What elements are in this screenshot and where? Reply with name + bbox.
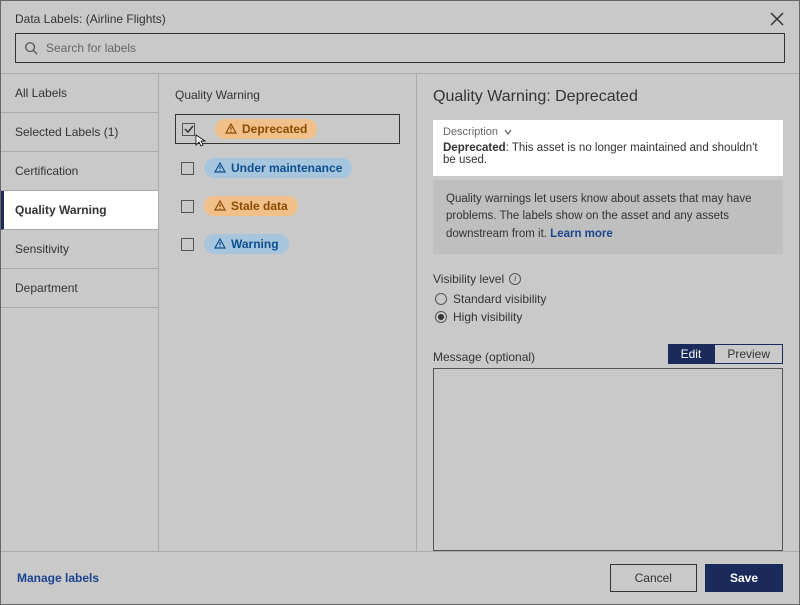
label-row-stale-data[interactable]: Stale data: [175, 192, 400, 220]
tag-label: Under maintenance: [231, 161, 342, 175]
cancel-button[interactable]: Cancel: [610, 564, 697, 592]
dialog-title: Data Labels: (Airline Flights): [15, 12, 166, 26]
tag-label: Stale data: [231, 199, 288, 213]
search-field[interactable]: [15, 33, 785, 63]
label-row-under-maintenance[interactable]: Under maintenance: [175, 154, 400, 182]
description-box: Description Deprecated: This asset is no…: [433, 120, 783, 176]
radio-high-visibility[interactable]: High visibility: [435, 310, 783, 324]
label-list-panel: Quality Warning Deprecated Under mainten…: [159, 74, 417, 551]
description-toggle[interactable]: Description: [443, 126, 773, 138]
warning-icon: [214, 162, 226, 174]
label-row-warning[interactable]: Warning: [175, 230, 400, 258]
radio-icon: [435, 293, 447, 305]
sidebar-item-sensitivity[interactable]: Sensitivity: [1, 230, 158, 269]
close-button[interactable]: [767, 9, 787, 29]
visibility-label: Visibility level: [433, 272, 504, 286]
sidebar-item-quality-warning[interactable]: Quality Warning: [1, 191, 158, 230]
checkmark-icon: [184, 124, 194, 134]
search-container: [1, 33, 799, 73]
message-label: Message (optional): [433, 350, 535, 364]
checkbox-warning[interactable]: [181, 238, 194, 251]
learn-more-link[interactable]: Learn more: [550, 228, 613, 240]
checkbox-under-maintenance[interactable]: [181, 162, 194, 175]
sidebar-item-certification[interactable]: Certification: [1, 152, 158, 191]
search-icon: [24, 41, 38, 55]
warning-icon: [214, 238, 226, 250]
tag-label: Deprecated: [242, 122, 307, 136]
data-labels-dialog: Data Labels: (Airline Flights) All Label…: [0, 0, 800, 605]
message-textarea[interactable]: [433, 368, 783, 551]
tag-deprecated: Deprecated: [215, 119, 317, 139]
dialog-body: All Labels Selected Labels (1) Certifica…: [1, 73, 799, 551]
footer-buttons: Cancel Save: [610, 564, 783, 592]
message-section: Message (optional) Edit Preview: [433, 344, 783, 551]
sidebar-item-selected-labels[interactable]: Selected Labels (1): [1, 113, 158, 152]
edit-tab[interactable]: Edit: [668, 344, 715, 364]
manage-labels-link[interactable]: Manage labels: [17, 571, 99, 585]
radio-label: Standard visibility: [453, 292, 546, 306]
radio-standard-visibility[interactable]: Standard visibility: [435, 292, 783, 306]
label-row-deprecated[interactable]: Deprecated: [175, 114, 400, 144]
description-name: Deprecated: [443, 142, 506, 154]
checkbox-stale-data[interactable]: [181, 200, 194, 213]
description-text: Deprecated: This asset is no longer main…: [443, 142, 773, 166]
radio-icon: [435, 311, 447, 323]
checkbox-deprecated[interactable]: [182, 123, 195, 136]
label-list-title: Quality Warning: [175, 88, 400, 102]
message-mode-toggle: Edit Preview: [668, 344, 783, 364]
tag-warning: Warning: [204, 234, 289, 254]
sidebar: All Labels Selected Labels (1) Certifica…: [1, 74, 159, 551]
description-head-label: Description: [443, 126, 498, 138]
info-box: Quality warnings let users know about as…: [433, 180, 783, 254]
radio-label: High visibility: [453, 310, 522, 324]
sidebar-item-all-labels[interactable]: All Labels: [1, 74, 158, 113]
tag-under-maintenance: Under maintenance: [204, 158, 352, 178]
warning-icon: [225, 123, 237, 135]
sidebar-item-department[interactable]: Department: [1, 269, 158, 308]
detail-panel: Quality Warning: Deprecated Description …: [417, 74, 799, 551]
detail-title: Quality Warning: Deprecated: [433, 88, 783, 106]
preview-tab[interactable]: Preview: [714, 344, 783, 364]
close-icon: [770, 12, 784, 26]
save-button[interactable]: Save: [705, 564, 783, 592]
chevron-down-icon: [503, 127, 513, 137]
tag-stale-data: Stale data: [204, 196, 298, 216]
visibility-label-row: Visibility level i: [433, 272, 783, 286]
search-input[interactable]: [46, 41, 776, 55]
dialog-footer: Manage labels Cancel Save: [1, 551, 799, 604]
tag-label: Warning: [231, 237, 279, 251]
message-header: Message (optional) Edit Preview: [433, 344, 783, 364]
info-icon[interactable]: i: [509, 273, 521, 285]
dialog-header: Data Labels: (Airline Flights): [1, 1, 799, 33]
warning-icon: [214, 200, 226, 212]
